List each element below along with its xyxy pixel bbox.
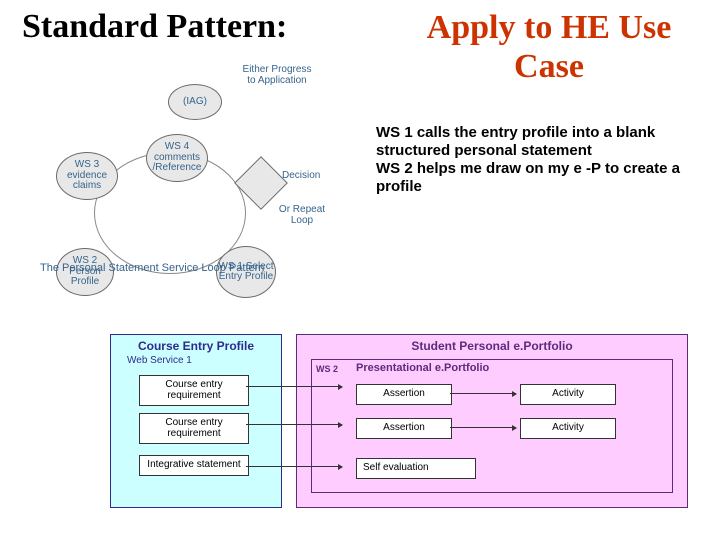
title-left: Standard Pattern: bbox=[22, 8, 287, 46]
panel-ws2: WS 2 Presentational e.Portfolio Assertio… bbox=[311, 359, 673, 493]
label-or: Or Repeat Loop bbox=[272, 204, 332, 226]
box-course-req-2: Course entry requirement bbox=[139, 413, 249, 444]
box-course-req-1: Course entry requirement bbox=[139, 375, 249, 406]
body-text: WS 1 calls the entry profile into a blan… bbox=[376, 124, 686, 196]
panel-right-title: Student Personal e.Portfolio bbox=[297, 339, 687, 353]
label-either: Either Progress to Application bbox=[238, 64, 316, 86]
box-assertion-2: Assertion bbox=[356, 418, 452, 439]
bottom-diagram: Course Entry Profile Web Service 1 Cours… bbox=[110, 334, 700, 518]
panel-left-title: Course Entry Profile bbox=[111, 339, 281, 353]
node-ws3: WS 3 evidence claims bbox=[56, 152, 118, 200]
slide: Standard Pattern: Apply to HE Use Case W… bbox=[0, 0, 720, 540]
loop-caption: The Personal Statement Service Loop Patt… bbox=[40, 262, 264, 274]
title-right: Apply to HE Use Case bbox=[414, 8, 684, 86]
panel-left-sub: Web Service 1 bbox=[127, 355, 192, 366]
arrow-left-3 bbox=[246, 466, 342, 467]
box-integrative: Integrative statement bbox=[139, 455, 249, 476]
node-ws4: WS 4 comments /Reference bbox=[146, 134, 208, 182]
ws2-title: Presentational e.Portfolio bbox=[356, 362, 489, 374]
arrow-1 bbox=[450, 393, 516, 394]
node-iag: (IAG) bbox=[168, 84, 222, 120]
arrow-2 bbox=[450, 427, 516, 428]
ws2-tag: WS 2 bbox=[316, 364, 338, 374]
arrow-left-1 bbox=[246, 386, 342, 387]
box-activity-1: Activity bbox=[520, 384, 616, 405]
arrow-left-2 bbox=[246, 424, 342, 425]
label-decision: Decision bbox=[282, 170, 320, 181]
box-self-eval: Self evaluation bbox=[356, 458, 476, 479]
panel-course-entry: Course Entry Profile Web Service 1 Cours… bbox=[110, 334, 282, 508]
panel-student-portfolio: Student Personal e.Portfolio WS 2 Presen… bbox=[296, 334, 688, 508]
loop-diagram: Either Progress to Application (IAG) WS … bbox=[20, 58, 368, 328]
box-assertion-1: Assertion bbox=[356, 384, 452, 405]
box-activity-2: Activity bbox=[520, 418, 616, 439]
